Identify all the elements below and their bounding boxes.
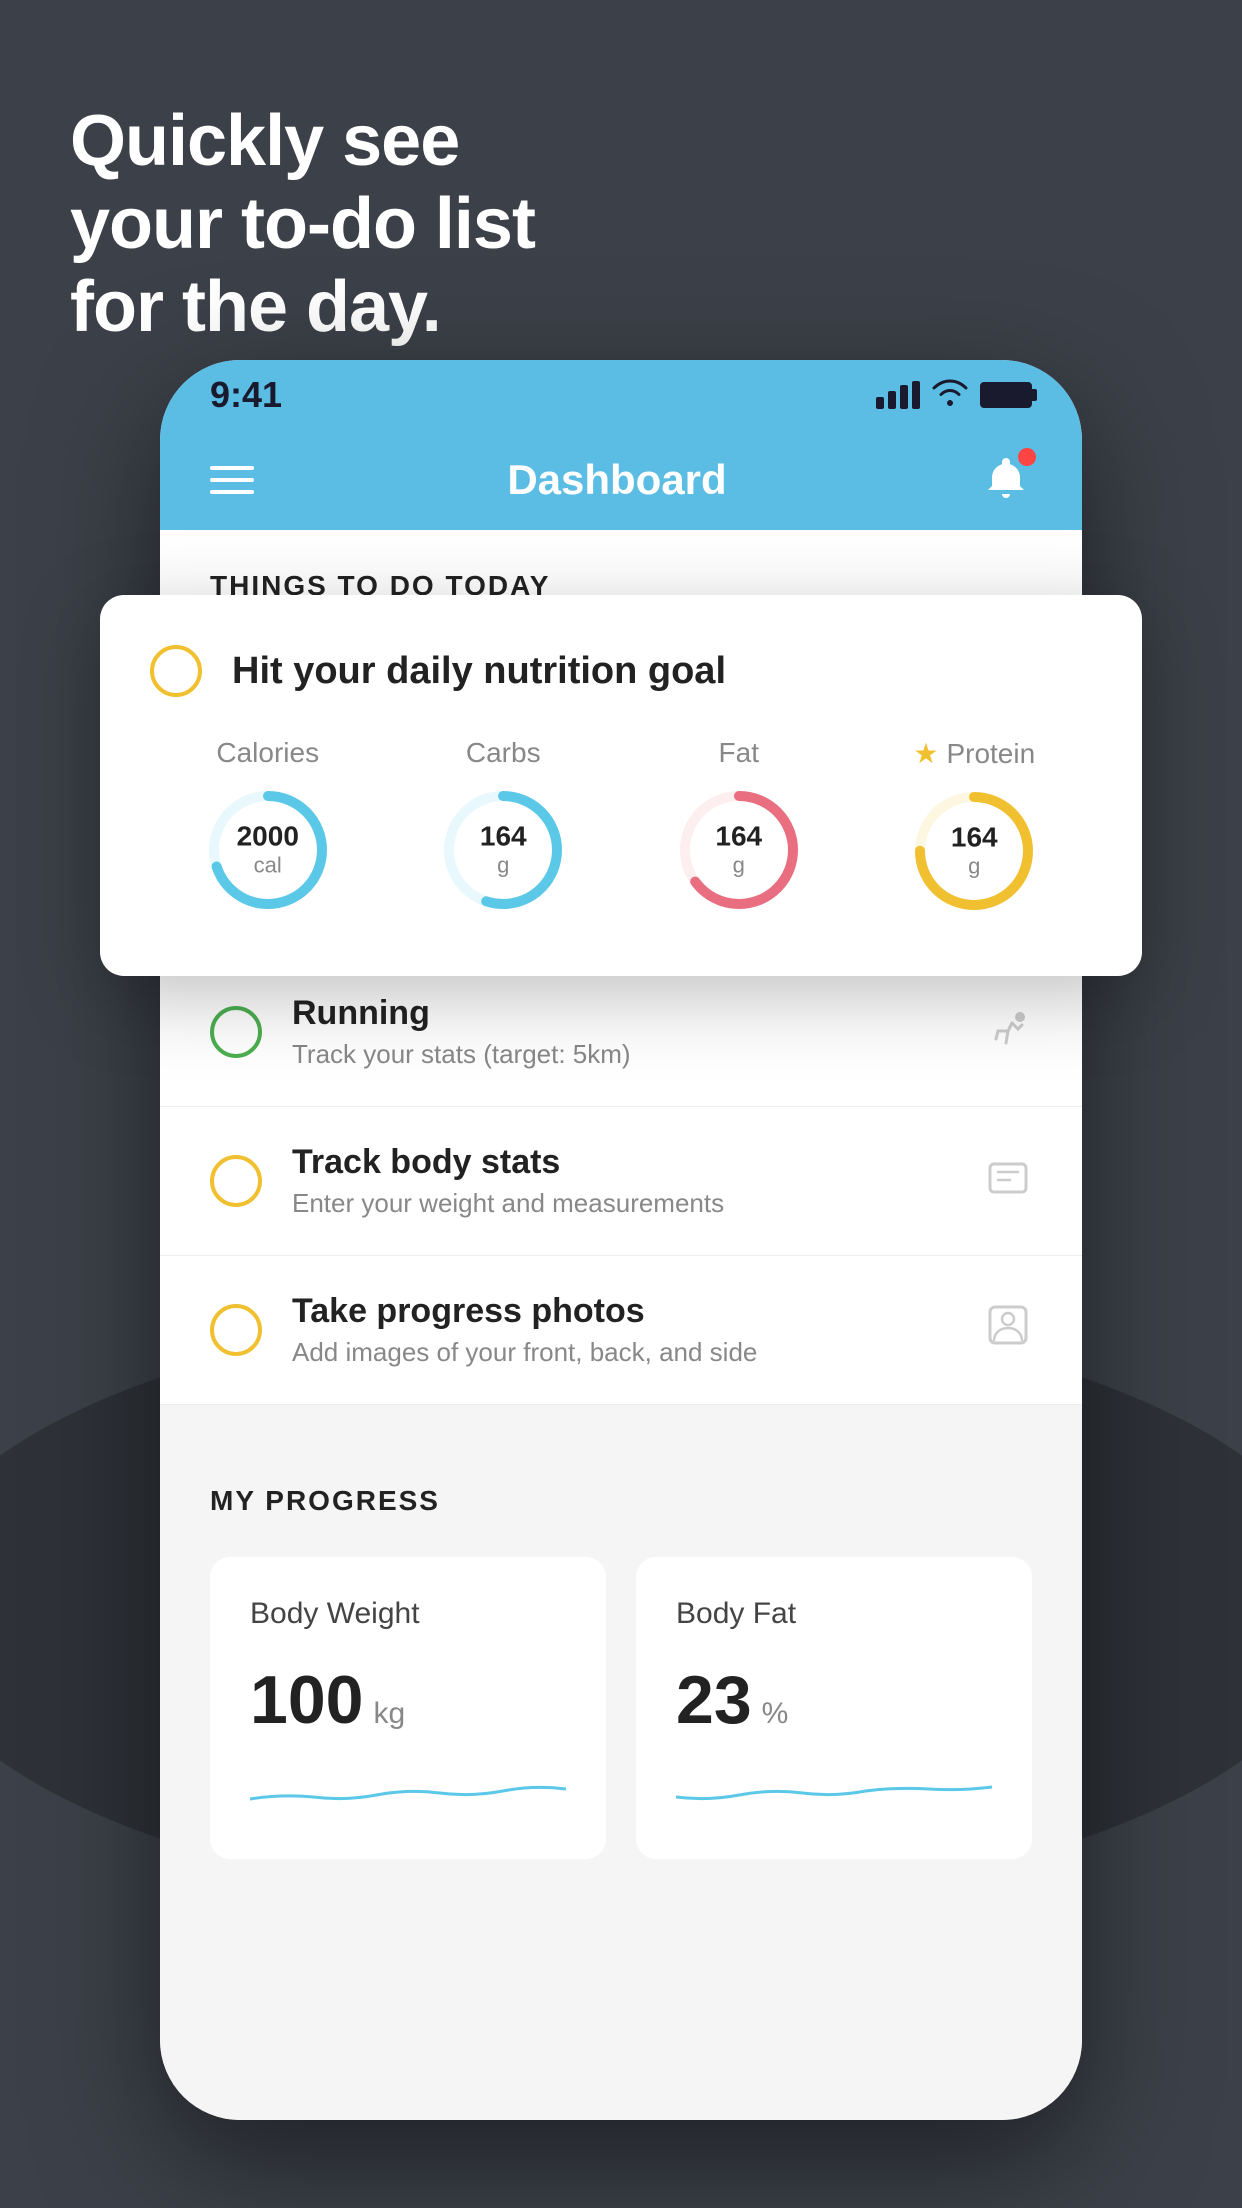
- body-weight-card: Body Weight 100 kg: [210, 1557, 606, 1859]
- body-fat-card: Body Fat 23 %: [636, 1557, 1032, 1859]
- body-weight-value: 100: [250, 1661, 363, 1739]
- hero-line1: Quickly see: [70, 100, 535, 183]
- calories-ring: 2000 cal: [203, 785, 333, 915]
- carbs-ring: 164 g: [438, 785, 568, 915]
- body-fat-label: Body Fat: [676, 1597, 992, 1631]
- body-fat-chart: [676, 1759, 992, 1819]
- todo-desc-running: Track your stats (target: 5km): [292, 1039, 954, 1070]
- macro-row: Calories 2000 cal Carbs: [150, 737, 1092, 916]
- todo-name-progress-photos: Take progress photos: [292, 1292, 954, 1331]
- nav-bar: Dashboard: [160, 430, 1082, 530]
- macro-calories: Calories 2000 cal: [203, 737, 333, 915]
- todo-desc-body-stats: Enter your weight and measurements: [292, 1188, 954, 1219]
- todo-circle-running: [210, 1006, 262, 1058]
- todo-item-progress-photos[interactable]: Take progress photos Add images of your …: [160, 1256, 1082, 1405]
- hero-line2: your to-do list: [70, 183, 535, 266]
- body-fat-unit: %: [762, 1697, 789, 1731]
- fat-ring: 164 g: [674, 785, 804, 915]
- hamburger-menu[interactable]: [210, 466, 254, 494]
- status-bar: 9:41: [160, 360, 1082, 430]
- todo-desc-progress-photos: Add images of your front, back, and side: [292, 1337, 954, 1368]
- body-weight-chart: [250, 1759, 566, 1819]
- progress-section: MY PROGRESS Body Weight 100 kg Body F: [160, 1435, 1082, 1909]
- body-fat-value: 23: [676, 1661, 752, 1739]
- body-weight-label: Body Weight: [250, 1597, 566, 1631]
- todo-name-body-stats: Track body stats: [292, 1143, 954, 1182]
- nutrition-card-title: Hit your daily nutrition goal: [232, 650, 726, 693]
- todo-name-running: Running: [292, 994, 954, 1033]
- wifi-icon: [932, 378, 968, 413]
- protein-ring: 164 g: [909, 786, 1039, 916]
- todo-item-running[interactable]: Running Track your stats (target: 5km): [160, 958, 1082, 1107]
- progress-title: MY PROGRESS: [210, 1485, 1032, 1517]
- protein-label: ★ Protein: [913, 737, 1035, 770]
- carbs-value-text: 164 g: [480, 822, 527, 879]
- nav-title: Dashboard: [507, 456, 726, 504]
- star-icon: ★: [913, 737, 938, 770]
- nutrition-card: Hit your daily nutrition goal Calories 2…: [100, 595, 1142, 976]
- calories-label: Calories: [216, 737, 319, 769]
- body-weight-value-row: 100 kg: [250, 1661, 566, 1739]
- todo-item-body-stats[interactable]: Track body stats Enter your weight and m…: [160, 1107, 1082, 1256]
- todo-text-progress-photos: Take progress photos Add images of your …: [292, 1292, 954, 1368]
- battery-icon: [980, 382, 1032, 408]
- todo-text-body-stats: Track body stats Enter your weight and m…: [292, 1143, 954, 1219]
- carbs-label: Carbs: [466, 737, 541, 769]
- scale-icon: [984, 1152, 1032, 1211]
- macro-protein: ★ Protein 164 g: [909, 737, 1039, 916]
- hero-text: Quickly see your to-do list for the day.: [70, 100, 535, 348]
- notification-bell[interactable]: [980, 452, 1032, 509]
- running-icon: [984, 1003, 1032, 1062]
- hero-line3: for the day.: [70, 266, 535, 349]
- todo-circle-progress-photos: [210, 1304, 262, 1356]
- todo-circle-body-stats: [210, 1155, 262, 1207]
- body-weight-unit: kg: [373, 1697, 405, 1731]
- protein-value-text: 164 g: [951, 823, 998, 880]
- nutrition-card-header: Hit your daily nutrition goal: [150, 645, 1092, 697]
- notification-dot: [1018, 448, 1036, 466]
- signal-icon: [876, 381, 920, 409]
- status-icons: [876, 378, 1032, 413]
- status-time: 9:41: [210, 374, 282, 416]
- person-icon: [984, 1301, 1032, 1360]
- progress-cards: Body Weight 100 kg Body Fat 23: [210, 1557, 1032, 1859]
- macro-carbs: Carbs 164 g: [438, 737, 568, 915]
- body-fat-value-row: 23 %: [676, 1661, 992, 1739]
- macro-fat: Fat 164 g: [674, 737, 804, 915]
- fat-value-text: 164 g: [715, 822, 762, 879]
- todo-text-running: Running Track your stats (target: 5km): [292, 994, 954, 1070]
- nutrition-radio[interactable]: [150, 645, 202, 697]
- calories-value-text: 2000 cal: [237, 822, 299, 879]
- fat-label: Fat: [719, 737, 759, 769]
